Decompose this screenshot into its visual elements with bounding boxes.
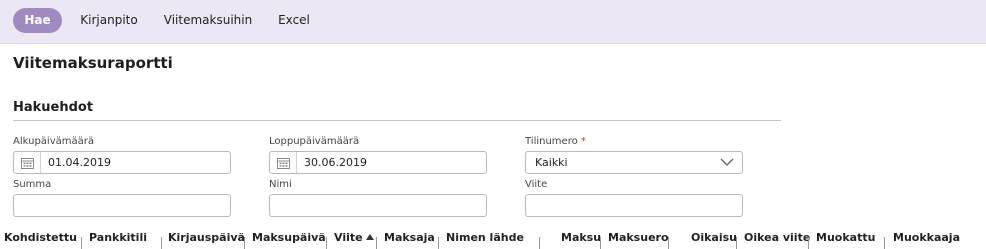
start-date-field[interactable]: 01.04.2019 — [13, 151, 231, 174]
start-date-label: Alkupäivämäärä — [13, 136, 94, 147]
toolbar: Hae Kirjanpito Viitemaksuihin Excel — [0, 0, 986, 44]
account-number-label-text: Tilinumero — [525, 136, 578, 147]
calendar-icon — [21, 158, 34, 169]
column-header-muokattu[interactable]: Muokattu — [816, 231, 875, 244]
column-separator[interactable] — [808, 237, 809, 249]
reference-input[interactable] — [525, 194, 743, 217]
column-header-viite-label: Viite — [334, 231, 363, 244]
amount-input[interactable] — [13, 194, 231, 217]
account-number-selected: Kaikki — [535, 156, 568, 169]
required-marker: * — [580, 136, 586, 147]
column-separator[interactable] — [81, 237, 82, 249]
column-separator[interactable] — [539, 237, 540, 249]
name-input[interactable] — [269, 194, 487, 217]
column-header-pankkitili[interactable]: Pankkitili — [89, 231, 147, 244]
column-separator[interactable] — [244, 237, 245, 249]
sort-ascending-icon — [365, 234, 374, 240]
column-header-kirjauspaiva[interactable]: Kirjauspäivä — [168, 231, 245, 244]
grid-header: Kohdistettu Pankkitili Kirjauspäivä Maks… — [0, 226, 986, 249]
account-number-select[interactable]: Kaikki — [525, 151, 743, 174]
column-separator[interactable] — [884, 237, 885, 249]
page-title: Viitemaksuraportti — [13, 54, 173, 72]
column-header-nimen-lahde[interactable]: Nimen lähde — [446, 231, 524, 244]
column-separator[interactable] — [600, 237, 601, 249]
column-separator[interactable] — [376, 237, 377, 249]
column-header-oikea-viite[interactable]: Oikea viite — [744, 231, 810, 244]
excel-button[interactable]: Excel — [270, 8, 318, 33]
amount-label: Summa — [13, 179, 52, 190]
reference-label: Viite — [525, 179, 548, 190]
column-header-oikaisu[interactable]: Oikaisu — [691, 231, 737, 244]
column-header-kohdistettu[interactable]: Kohdistettu — [4, 231, 77, 244]
start-date-calendar-button[interactable] — [14, 152, 41, 173]
column-header-maksaja[interactable]: Maksaja — [384, 231, 435, 244]
account-number-label: Tilinumero * — [525, 136, 586, 147]
name-label: Nimi — [269, 179, 292, 190]
column-separator[interactable] — [326, 237, 327, 249]
column-separator[interactable] — [736, 237, 737, 249]
end-date-value: 30.06.2019 — [304, 156, 367, 169]
end-date-field[interactable]: 30.06.2019 — [269, 151, 487, 174]
end-date-calendar-button[interactable] — [270, 152, 297, 173]
column-header-maksupaiva[interactable]: Maksupäivä — [252, 231, 326, 244]
accounting-button[interactable]: Kirjanpito — [72, 8, 146, 33]
search-button[interactable]: Hae — [13, 8, 62, 33]
end-date-label: Loppupäivämäärä — [269, 136, 360, 147]
column-header-muokkaaja[interactable]: Muokkaaja — [893, 231, 960, 244]
column-separator[interactable] — [161, 237, 162, 249]
section-title: Hakuehdot — [13, 100, 94, 115]
to-payments-button[interactable]: Viitemaksuihin — [156, 8, 260, 33]
calendar-icon — [277, 158, 290, 169]
column-separator[interactable] — [668, 237, 669, 249]
column-header-viite[interactable]: Viite — [334, 231, 374, 244]
column-header-maksuero[interactable]: Maksuero — [608, 231, 669, 244]
chevron-down-icon — [720, 158, 734, 166]
section-divider — [13, 120, 781, 121]
column-header-maksu[interactable]: Maksu — [561, 231, 601, 244]
column-separator[interactable] — [438, 237, 439, 249]
start-date-value: 01.04.2019 — [48, 156, 111, 169]
